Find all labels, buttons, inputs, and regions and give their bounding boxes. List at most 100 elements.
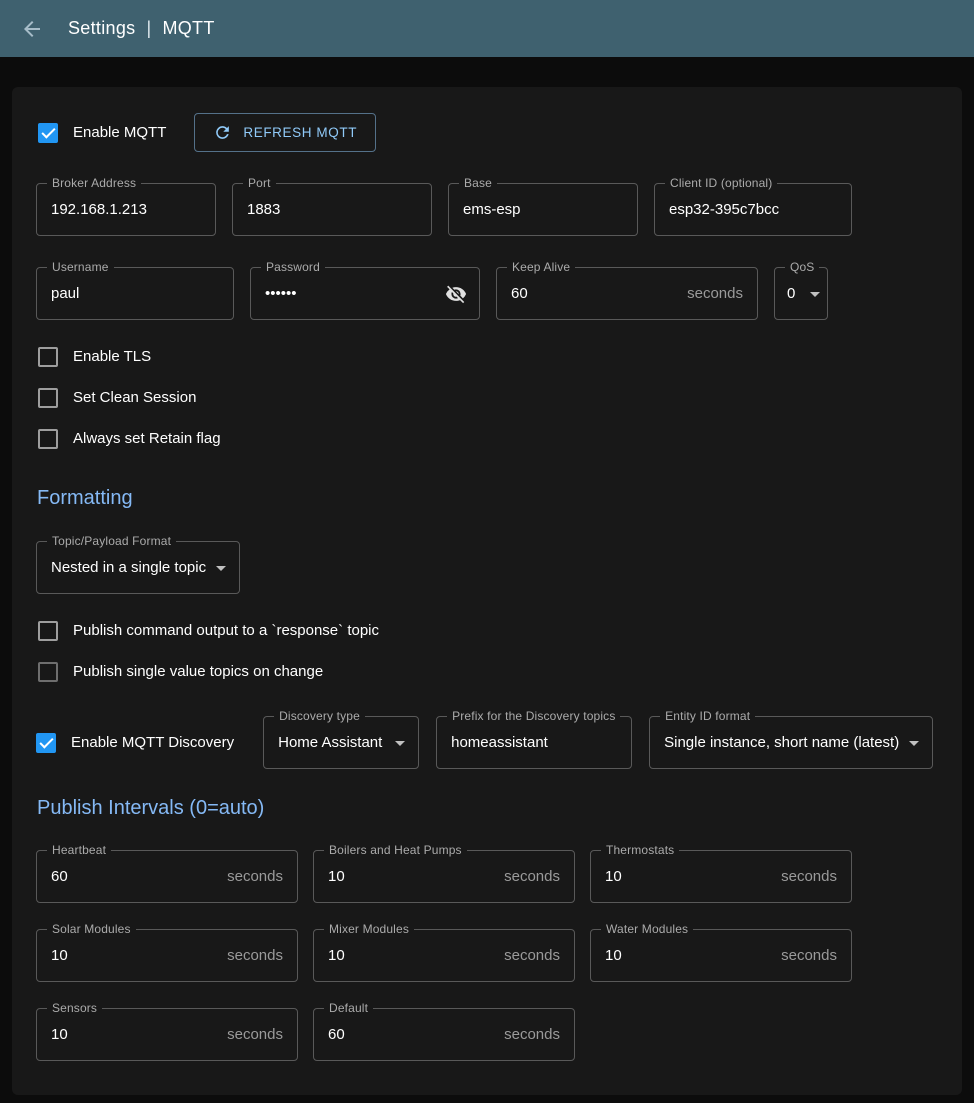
password-value: •••••• xyxy=(265,285,443,302)
port-label: Port xyxy=(243,176,276,190)
discovery-prefix-value: homeassistant xyxy=(451,734,617,751)
publish-single-value-row[interactable]: Publish single value topics on change xyxy=(36,651,938,692)
username-value: paul xyxy=(51,285,219,302)
retain-flag-row[interactable]: Always set Retain flag xyxy=(36,418,938,459)
sensors-interval-field[interactable]: Sensors 10 seconds xyxy=(36,1008,298,1061)
enable-mqtt-label: Enable MQTT xyxy=(73,124,166,141)
username-field[interactable]: Username paul xyxy=(36,267,234,320)
solar-interval-field[interactable]: Solar Modules 10 seconds xyxy=(36,929,298,982)
connection-fields-row: Broker Address 192.168.1.213 Port 1883 B… xyxy=(36,183,938,236)
water-value: 10 xyxy=(605,947,773,964)
formatting-options: Publish command output to a `response` t… xyxy=(36,610,938,692)
solar-suffix: seconds xyxy=(219,947,283,964)
thermostats-label: Thermostats xyxy=(601,843,679,857)
discovery-row: Enable MQTT Discovery Discovery type Hom… xyxy=(36,716,938,769)
heartbeat-label: Heartbeat xyxy=(47,843,111,857)
broker-address-label: Broker Address xyxy=(47,176,141,190)
publish-intervals-grid: Heartbeat 60 seconds Boilers and Heat Pu… xyxy=(36,850,938,1061)
heartbeat-interval-field[interactable]: Heartbeat 60 seconds xyxy=(36,850,298,903)
retain-flag-label: Always set Retain flag xyxy=(73,430,221,447)
heartbeat-value: 60 xyxy=(51,868,219,885)
enable-mqtt-toggle[interactable]: Enable MQTT xyxy=(38,123,166,143)
settings-card: Enable MQTT REFRESH MQTT Broker Address … xyxy=(12,87,962,1095)
boilers-interval-field[interactable]: Boilers and Heat Pumps 10 seconds xyxy=(313,850,575,903)
refresh-mqtt-button[interactable]: REFRESH MQTT xyxy=(194,113,376,152)
keep-alive-field[interactable]: Keep Alive 60 seconds xyxy=(496,267,758,320)
entity-id-format-label: Entity ID format xyxy=(660,709,755,723)
keep-alive-value: 60 xyxy=(511,285,679,302)
mixer-interval-field[interactable]: Mixer Modules 10 seconds xyxy=(313,929,575,982)
username-label: Username xyxy=(47,260,114,274)
qos-value: 0 xyxy=(787,285,803,302)
publish-single-value-label: Publish single value topics on change xyxy=(73,663,323,680)
broker-address-value: 192.168.1.213 xyxy=(51,201,201,218)
port-value: 1883 xyxy=(247,201,417,218)
base-value: ems-esp xyxy=(463,201,623,218)
password-label: Password xyxy=(261,260,325,274)
enable-discovery-toggle[interactable]: Enable MQTT Discovery xyxy=(36,733,234,753)
enable-tls-label: Enable TLS xyxy=(73,348,151,365)
refresh-mqtt-label: REFRESH MQTT xyxy=(243,125,357,140)
default-interval-field[interactable]: Default 60 seconds xyxy=(313,1008,575,1061)
visibility-off-icon xyxy=(445,283,467,305)
toggle-password-visibility-button[interactable] xyxy=(443,281,469,307)
boilers-suffix: seconds xyxy=(496,868,560,885)
clean-session-label: Set Clean Session xyxy=(73,389,196,406)
back-button[interactable] xyxy=(18,15,46,43)
broker-address-field[interactable]: Broker Address 192.168.1.213 xyxy=(36,183,216,236)
enable-discovery-label: Enable MQTT Discovery xyxy=(71,734,234,751)
water-suffix: seconds xyxy=(773,947,837,964)
client-id-field[interactable]: Client ID (optional) esp32-395c7bcc xyxy=(654,183,852,236)
sensors-value: 10 xyxy=(51,1026,219,1043)
page-title-mqtt: MQTT xyxy=(162,18,214,39)
chevron-down-icon xyxy=(388,731,412,755)
enable-tls-checkbox[interactable] xyxy=(38,347,58,367)
sensors-label: Sensors xyxy=(47,1001,102,1015)
qos-select[interactable]: QoS 0 xyxy=(774,267,828,320)
topic-payload-format-label: Topic/Payload Format xyxy=(47,534,176,548)
enable-discovery-checkbox[interactable] xyxy=(36,733,56,753)
retain-flag-checkbox[interactable] xyxy=(38,429,58,449)
discovery-type-select[interactable]: Discovery type Home Assistant xyxy=(263,716,419,769)
password-field[interactable]: Password •••••• xyxy=(250,267,480,320)
topic-format-row: Topic/Payload Format Nested in a single … xyxy=(36,541,938,594)
thermostats-value: 10 xyxy=(605,868,773,885)
client-id-label: Client ID (optional) xyxy=(665,176,777,190)
mixer-label: Mixer Modules xyxy=(324,922,414,936)
default-value: 60 xyxy=(328,1026,496,1043)
enable-tls-row[interactable]: Enable TLS xyxy=(36,336,938,377)
chevron-down-icon xyxy=(209,556,233,580)
publish-response-label: Publish command output to a `response` t… xyxy=(73,622,379,639)
sensors-suffix: seconds xyxy=(219,1026,283,1043)
discovery-prefix-field[interactable]: Prefix for the Discovery topics homeassi… xyxy=(436,716,632,769)
publish-single-value-checkbox[interactable] xyxy=(38,662,58,682)
clean-session-row[interactable]: Set Clean Session xyxy=(36,377,938,418)
port-field[interactable]: Port 1883 xyxy=(232,183,432,236)
default-suffix: seconds xyxy=(496,1026,560,1043)
topic-payload-format-select[interactable]: Topic/Payload Format Nested in a single … xyxy=(36,541,240,594)
connection-options: Enable TLS Set Clean Session Always set … xyxy=(36,336,938,459)
clean-session-checkbox[interactable] xyxy=(38,388,58,408)
publish-response-row[interactable]: Publish command output to a `response` t… xyxy=(36,610,938,651)
app-bar: Settings | MQTT xyxy=(0,0,974,57)
mixer-suffix: seconds xyxy=(496,947,560,964)
base-field[interactable]: Base ems-esp xyxy=(448,183,638,236)
qos-label: QoS xyxy=(785,260,819,274)
water-interval-field[interactable]: Water Modules 10 seconds xyxy=(590,929,852,982)
page-title: Settings | MQTT xyxy=(68,18,215,39)
entity-id-format-select[interactable]: Entity ID format Single instance, short … xyxy=(649,716,933,769)
arrow-left-icon xyxy=(20,17,44,41)
publish-response-checkbox[interactable] xyxy=(38,621,58,641)
thermostats-suffix: seconds xyxy=(773,868,837,885)
page-title-settings: Settings xyxy=(68,18,135,39)
base-label: Base xyxy=(459,176,497,190)
title-separator: | xyxy=(146,18,151,39)
chevron-down-icon xyxy=(902,731,926,755)
mixer-value: 10 xyxy=(328,947,496,964)
formatting-heading: Formatting xyxy=(37,487,938,510)
thermostats-interval-field[interactable]: Thermostats 10 seconds xyxy=(590,850,852,903)
auth-fields-row: Username paul Password •••••• Keep Alive… xyxy=(36,267,938,320)
boilers-value: 10 xyxy=(328,868,496,885)
enable-mqtt-checkbox[interactable] xyxy=(38,123,58,143)
boilers-label: Boilers and Heat Pumps xyxy=(324,843,467,857)
